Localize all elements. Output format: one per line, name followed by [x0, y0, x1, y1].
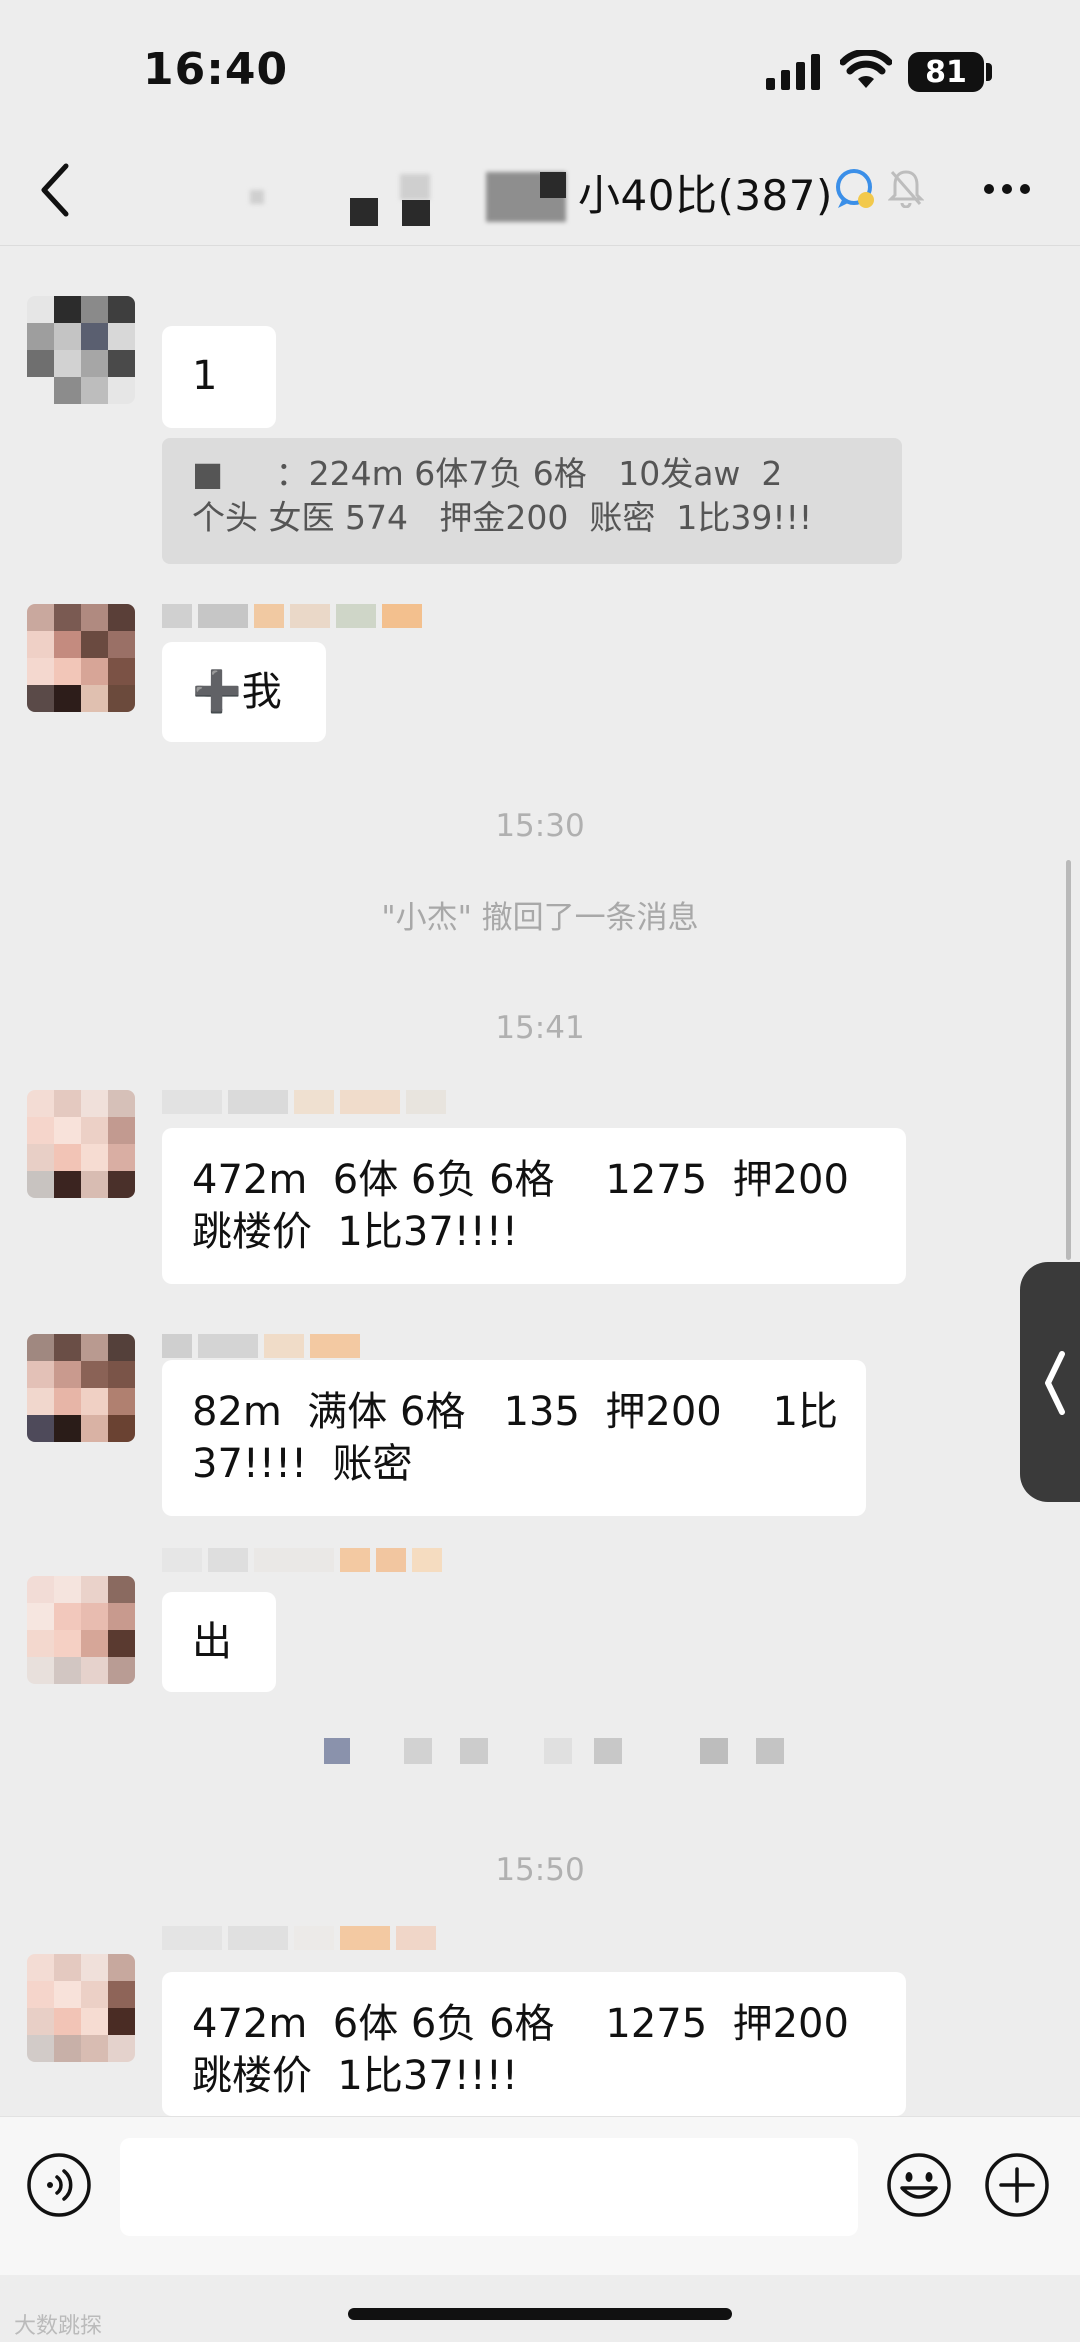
recall-notice: "小杰" 撤回了一条消息	[381, 900, 699, 936]
quote-line-1: ■ ：224m 6体7负 6格 10发aw 2	[192, 454, 783, 493]
avatar[interactable]	[27, 296, 135, 404]
message-bubble[interactable]: 472m 6体 6负 6格 1275 押200 跳楼价 1比37!!!!	[162, 1972, 906, 2116]
avatar[interactable]	[27, 1090, 135, 1198]
quoted-message[interactable]: ■ ：224m 6体7负 6格 10发aw 2 个头 女医 574 押金200 …	[162, 438, 902, 564]
chat-title[interactable]: 小40比(387)	[578, 162, 833, 223]
message-text-line-1: 472m 6体 6负 6格 1275 押200	[192, 1157, 849, 1203]
message-bubble[interactable]: 1	[162, 326, 276, 428]
sender-name-blurred	[162, 1548, 442, 1572]
header-divider	[0, 245, 1080, 246]
signal-icon	[766, 54, 820, 90]
sender-name-blurred	[162, 1334, 360, 1358]
battery-indicator: 81	[908, 52, 984, 92]
side-floating-tab[interactable]	[1020, 1262, 1080, 1502]
battery-tip	[986, 63, 992, 81]
message-text: 1	[192, 353, 218, 399]
avatar[interactable]	[27, 1334, 135, 1442]
message-text-line-2: 37!!!! 账密	[192, 1441, 413, 1487]
wifi-icon	[840, 50, 892, 88]
scrollbar-thumb[interactable]	[1066, 860, 1071, 1260]
voice-input-icon[interactable]	[26, 2152, 92, 2218]
chevron-left-icon	[1045, 1351, 1065, 1415]
message-text: ➕我	[192, 669, 282, 715]
home-indicator	[348, 2308, 732, 2320]
quote-line-2: 个头 女医 574 押金200 账密 1比39!!!	[192, 498, 813, 537]
more-options-icon[interactable]	[982, 182, 1032, 196]
back-arrow-icon[interactable]	[36, 160, 76, 220]
message-bubble[interactable]: 82m 满体 6格 135 押200 1比 37!!!! 账密	[162, 1360, 866, 1516]
message-text-line-1: 82m 满体 6格 135 押200 1比	[192, 1389, 839, 1435]
message-text-line-2: 跳楼价 1比37!!!!	[192, 2053, 518, 2099]
blurred-system-notice	[324, 1738, 784, 1766]
avatar[interactable]	[27, 1576, 135, 1684]
sender-name-blurred	[162, 604, 422, 628]
message-bubble[interactable]: 出	[162, 1592, 276, 1692]
group-chat-icon	[836, 169, 874, 208]
message-input[interactable]	[120, 2138, 858, 2236]
sender-name-blurred	[162, 1926, 436, 1950]
message-text: 出	[192, 1619, 232, 1665]
message-bubble[interactable]: ➕我	[162, 642, 326, 742]
timestamp: 15:41	[495, 1010, 585, 1046]
sender-name-blurred	[162, 1090, 446, 1114]
status-time: 16:40	[143, 44, 289, 95]
mute-bell-icon	[888, 170, 924, 208]
timestamp: 15:30	[495, 808, 585, 844]
emoji-icon[interactable]	[886, 2152, 952, 2218]
message-text-line-2: 跳楼价 1比37!!!!	[192, 1209, 518, 1255]
add-attachment-icon[interactable]	[984, 2152, 1050, 2218]
avatar[interactable]	[27, 604, 135, 712]
message-text-line-1: 472m 6体 6负 6格 1275 押200	[192, 2001, 849, 2047]
chat-title-blurred[interactable]	[250, 168, 620, 228]
timestamp: 15:50	[495, 1852, 585, 1888]
watermark: 大数跳探	[14, 2314, 103, 2339]
avatar[interactable]	[27, 1954, 135, 2062]
message-bubble[interactable]: 472m 6体 6负 6格 1275 押200 跳楼价 1比37!!!!	[162, 1128, 906, 1284]
